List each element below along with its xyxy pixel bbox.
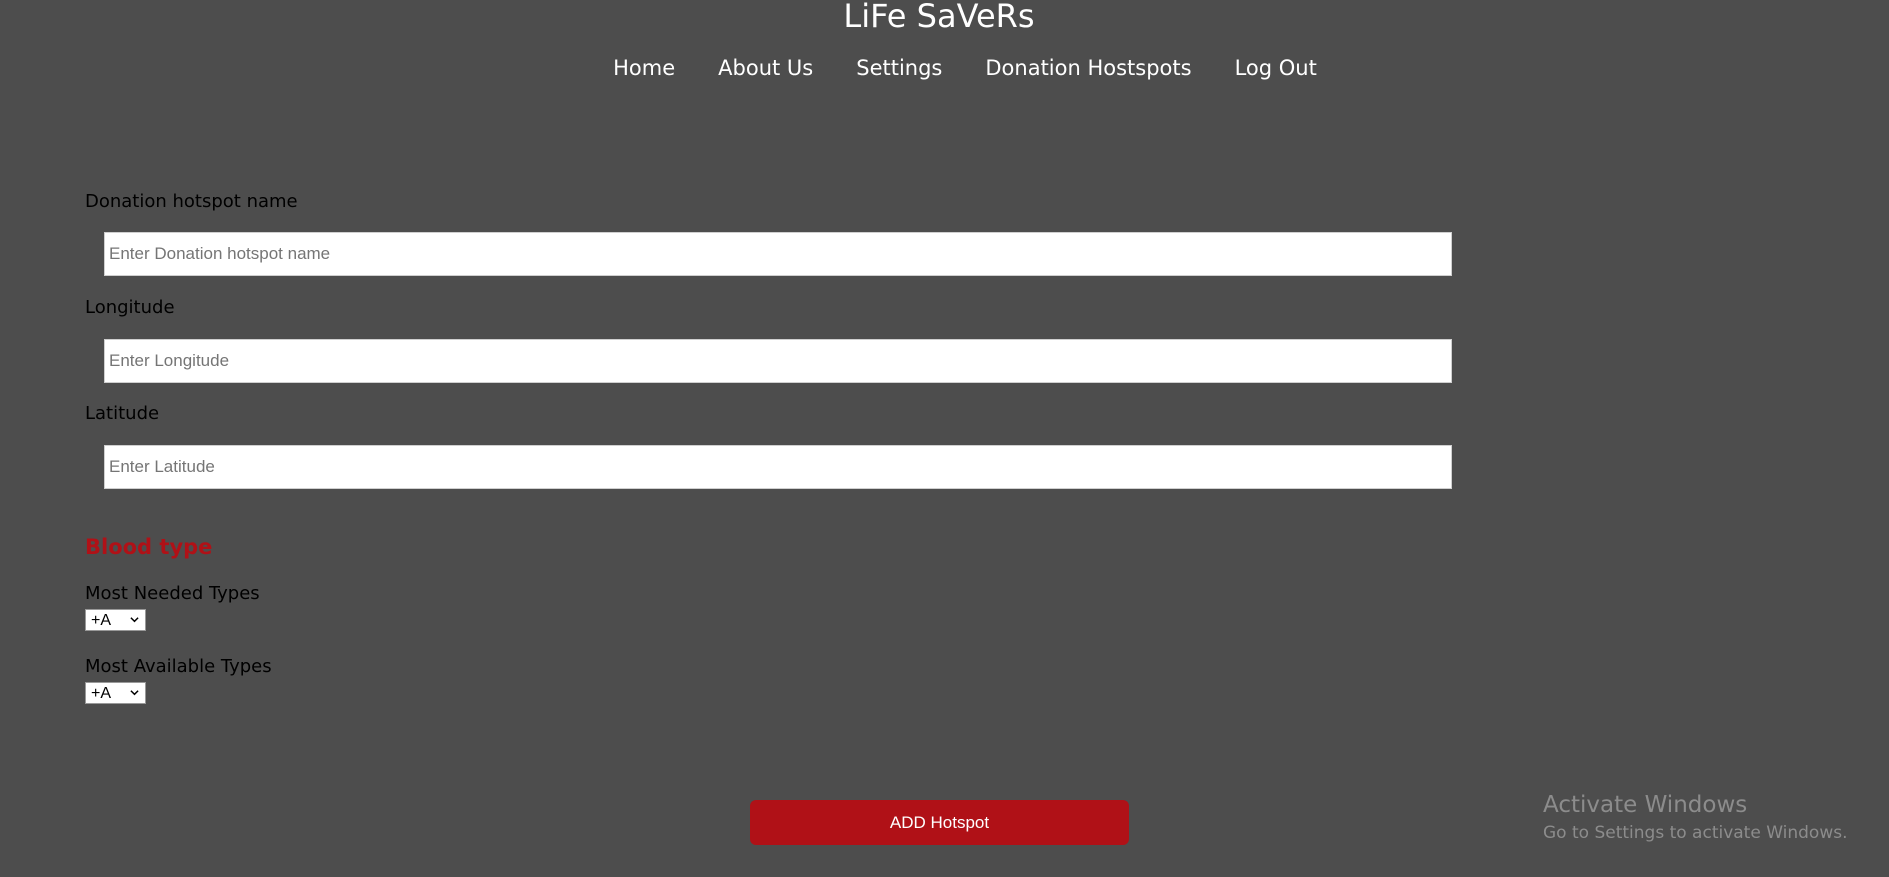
most-available-types-label: Most Available Types xyxy=(85,656,272,677)
site-title: LiFe SaVeRs xyxy=(843,0,1035,35)
latitude-input[interactable] xyxy=(104,445,1452,489)
nav-item-donation-hotspots[interactable]: Donation Hostspots xyxy=(985,52,1191,84)
main-nav: Home About Us Settings Donation Hostspot… xyxy=(0,52,1889,84)
most-needed-types-label: Most Needed Types xyxy=(85,583,260,604)
longitude-input[interactable] xyxy=(104,339,1452,383)
activate-windows-watermark: Activate Windows Go to Settings to activ… xyxy=(1543,790,1848,846)
latitude-label: Latitude xyxy=(85,403,160,424)
most-needed-types-value: +A xyxy=(91,612,112,629)
longitude-label: Longitude xyxy=(85,297,175,318)
blood-type-heading: Blood type xyxy=(85,535,213,559)
nav-item-log-out[interactable]: Log Out xyxy=(1235,52,1317,84)
nav-item-settings[interactable]: Settings xyxy=(856,52,942,84)
nav-item-about-us[interactable]: About Us xyxy=(718,52,813,84)
add-hotspot-button[interactable]: ADD Hotspot xyxy=(750,800,1129,845)
nav-item-home[interactable]: Home xyxy=(613,52,675,84)
watermark-subtitle: Go to Settings to activate Windows. xyxy=(1543,823,1848,843)
hotspot-name-input[interactable] xyxy=(104,232,1452,276)
chevron-down-icon xyxy=(130,690,139,696)
hotspot-name-label: Donation hotspot name xyxy=(85,191,298,212)
watermark-title: Activate Windows xyxy=(1543,792,1748,818)
most-available-types-select[interactable]: +A xyxy=(85,682,146,704)
chevron-down-icon xyxy=(130,617,139,623)
most-needed-types-select[interactable]: +A xyxy=(85,609,146,631)
most-available-types-value: +A xyxy=(91,685,112,702)
